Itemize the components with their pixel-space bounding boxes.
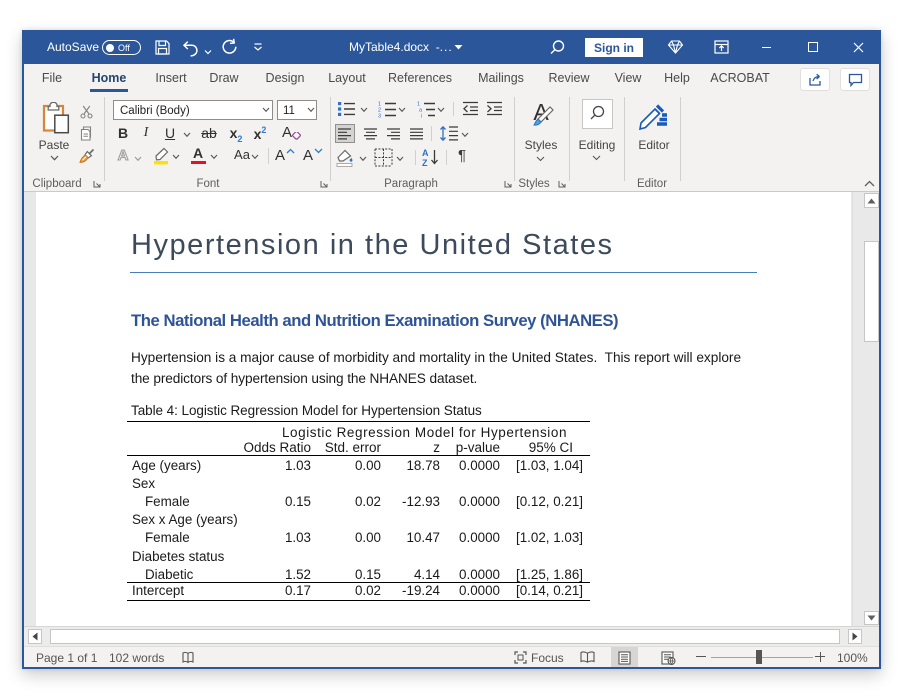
svg-text:3: 3: [378, 114, 381, 119]
svg-text:Z: Z: [422, 158, 428, 167]
svg-text:A: A: [422, 148, 429, 158]
svg-text:i: i: [421, 114, 422, 119]
